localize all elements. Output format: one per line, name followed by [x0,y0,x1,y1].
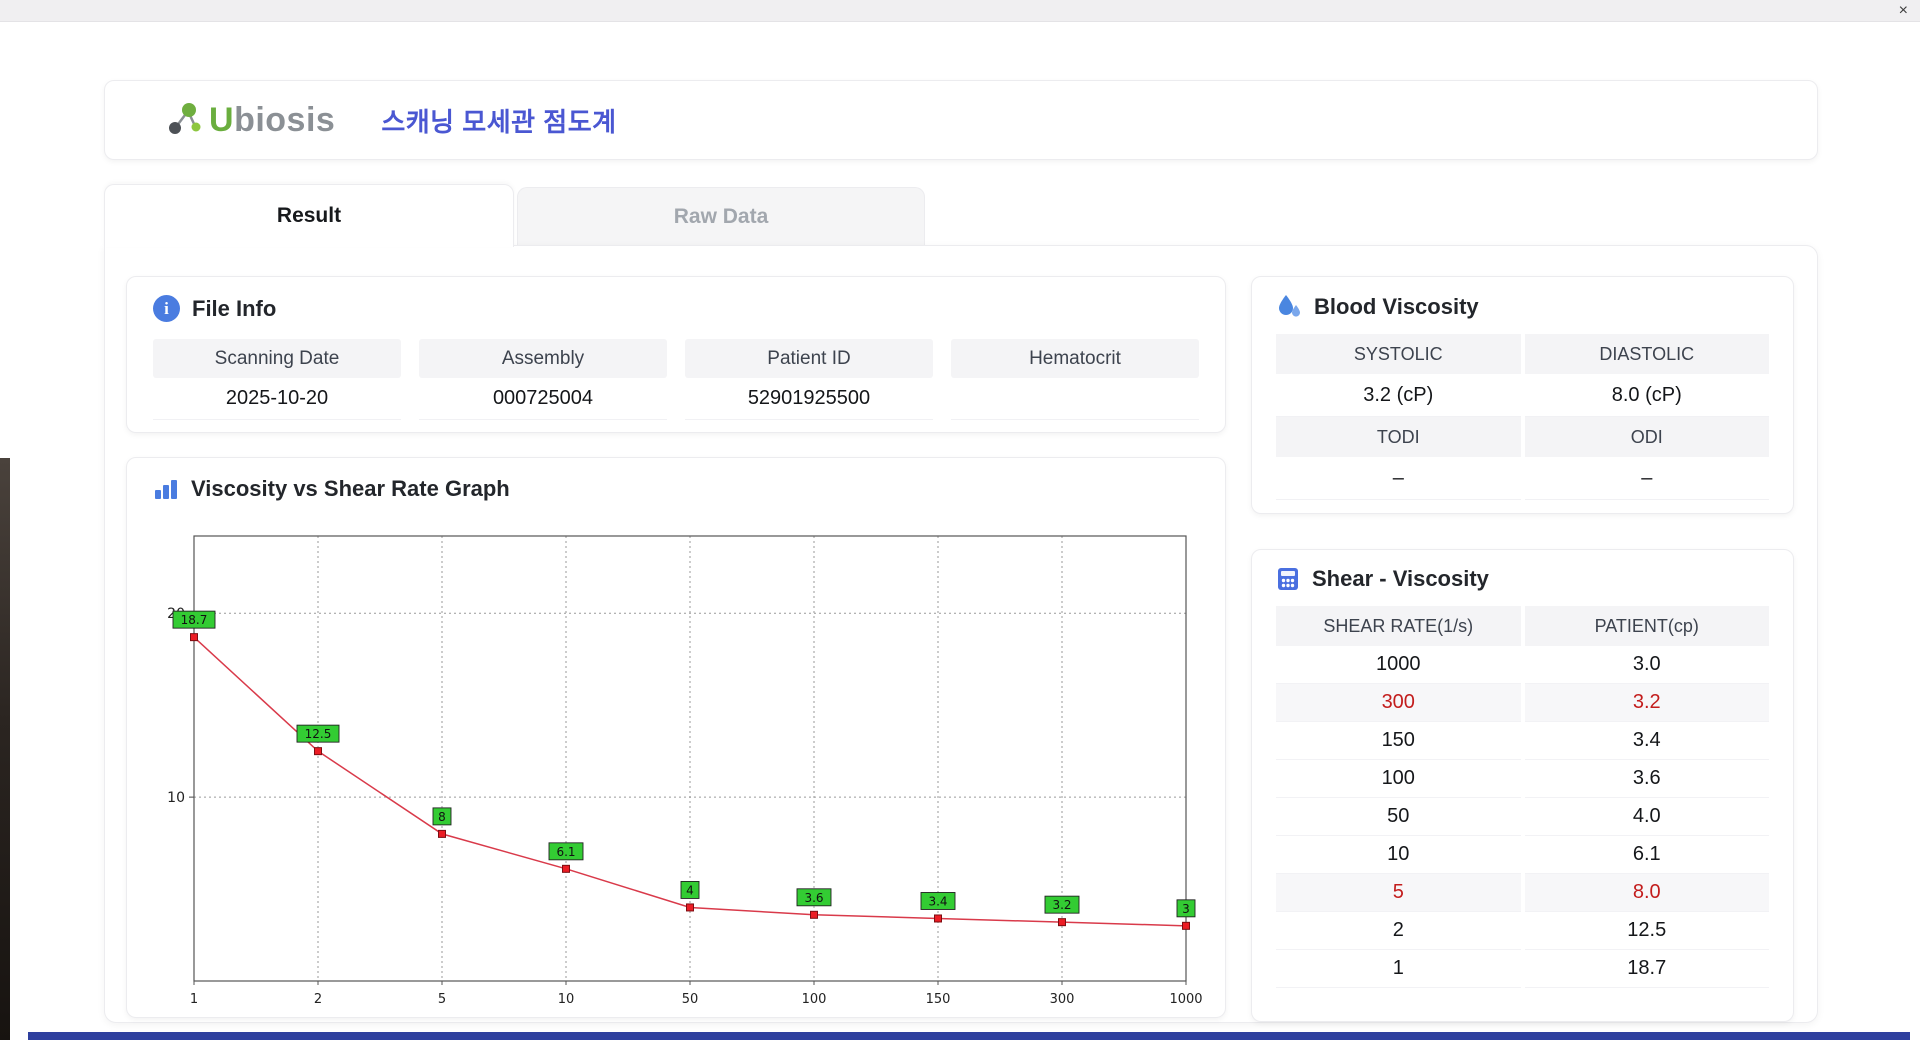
tab-raw-data[interactable]: Raw Data [517,187,925,246]
diastolic-value: 8.0 (cP) [1524,374,1769,417]
svg-text:150: 150 [926,992,951,1007]
field-value: 000725004 [419,378,667,420]
blood-viscosity-card: Blood Viscosity SYSTOLIC DIASTOLIC 3.2 (… [1251,276,1794,514]
blood-viscosity-title: Blood Viscosity [1314,293,1479,319]
patient-cell: 12.5 [1524,912,1769,950]
shear-viscosity-table: SHEAR RATE(1/s) PATIENT(cp) 1000 3.0 300… [1276,606,1769,988]
svg-text:4: 4 [686,883,694,897]
svg-text:20: 20 [167,606,185,622]
field-label: Scanning Date [153,339,401,378]
field-label: Hematocrit [951,339,1199,378]
close-icon[interactable]: × [1899,0,1908,21]
field-value: 52901925500 [685,378,933,420]
ubiosis-logo: Ubiosis [163,100,335,140]
svg-text:100: 100 [802,992,827,1007]
odi-header: ODI [1524,417,1769,457]
bar-chart-icon [155,480,177,499]
systolic-value: 3.2 (cP) [1276,374,1521,417]
patient-column-header: PATIENT(cp) [1524,606,1769,646]
shear-viscosity-card: Shear - Viscosity SHEAR RATE(1/s) PATIEN… [1251,549,1794,1022]
field-patient-id: Patient ID 52901925500 [685,339,933,420]
file-info-fields: Scanning Date 2025-10-20 Assembly 000725… [153,339,1199,420]
patient-cell: 4.0 [1524,798,1769,836]
tab-result[interactable]: Result [104,184,514,247]
todi-value: – [1276,457,1521,500]
shear-rate-cell: 5 [1276,874,1521,912]
svg-text:300: 300 [1050,992,1075,1007]
patient-cell: 3.2 [1524,684,1769,722]
patient-cell: 18.7 [1524,950,1769,988]
shear-rate-cell: 10 [1276,836,1521,874]
field-value [951,378,1199,420]
logo-text-u: U [209,100,235,139]
field-scanning-date: Scanning Date 2025-10-20 [153,339,401,420]
patient-cell: 6.1 [1524,836,1769,874]
calculator-icon [1278,568,1298,590]
shear-rate-cell: 1000 [1276,646,1521,684]
tab-raw-data-label: Raw Data [673,205,769,228]
shear-rate-cell: 100 [1276,760,1521,798]
field-label: Assembly [419,339,667,378]
svg-text:10: 10 [167,790,185,806]
shear-rate-cell: 50 [1276,798,1521,836]
patient-cell: 3.0 [1524,646,1769,684]
svg-text:1000: 1000 [1169,992,1202,1007]
droplets-icon [1279,295,1300,317]
viscosity-chart: 10 20 1 2 5 10 50 100 150 300 1000 18.7 12.5 8 6.1 4 3.6… [167,535,1203,1007]
svg-text:5: 5 [438,992,446,1007]
shear-rate-cell: 1 [1276,950,1521,988]
svg-text:12.5: 12.5 [305,727,332,741]
logo-text-rest: biosis [234,100,336,139]
svg-text:50: 50 [682,992,699,1007]
file-info-card: i File Info Scanning Date 2025-10-20 Ass… [126,276,1226,433]
svg-text:3.6: 3.6 [804,891,823,905]
todi-header: TODI [1276,417,1521,457]
molecule-icon [169,103,201,134]
svg-text:1: 1 [190,992,198,1007]
blood-viscosity-table: SYSTOLIC DIASTOLIC 3.2 (cP) 8.0 (cP) TOD… [1276,334,1769,500]
field-value: 2025-10-20 [153,378,401,420]
svg-text:3.2: 3.2 [1052,898,1071,912]
shear-rate-column-header: SHEAR RATE(1/s) [1276,606,1521,646]
shear-rate-cell: 150 [1276,722,1521,760]
window-bottom-edge [28,1032,1910,1040]
field-assembly: Assembly 000725004 [419,339,667,420]
graph-title-row: Viscosity vs Shear Rate Graph [153,476,1225,502]
svg-text:2: 2 [314,992,322,1007]
shear-viscosity-title: Shear - Viscosity [1312,566,1489,591]
svg-text:3.4: 3.4 [928,894,947,908]
tab-result-label: Result [276,204,342,227]
header: Ubiosis 스캐닝 모세관 점도계 [104,80,1818,160]
file-info-title: File Info [192,295,277,321]
field-hematocrit: Hematocrit [951,339,1199,420]
graph-title: Viscosity vs Shear Rate Graph [191,476,510,501]
svg-text:8: 8 [438,810,446,824]
odi-value: – [1524,457,1769,500]
shear-viscosity-title-row: Shear - Viscosity [1276,566,1769,592]
field-label: Patient ID [685,339,933,378]
info-icon: i [153,295,180,322]
shear-rate-cell: 2 [1276,912,1521,950]
svg-text:10: 10 [558,992,575,1007]
shear-rate-cell: 300 [1276,684,1521,722]
blood-viscosity-title-row: Blood Viscosity [1276,293,1769,320]
file-info-title-row: i File Info [153,295,1199,322]
patient-cell: 3.6 [1524,760,1769,798]
logo-text: Ubiosis [209,101,335,140]
diastolic-header: DIASTOLIC [1524,334,1769,374]
svg-text:3: 3 [1182,902,1190,916]
patient-cell: 3.4 [1524,722,1769,760]
patient-cell: 8.0 [1524,874,1769,912]
svg-text:18.7: 18.7 [181,613,208,627]
svg-text:6.1: 6.1 [556,845,575,859]
graph-card: Viscosity vs Shear Rate Graph 10 20 1 2 5 10 5… [126,457,1226,1018]
systolic-header: SYSTOLIC [1276,334,1521,374]
page-title: 스캐닝 모세관 점도계 [381,106,617,137]
window-titlebar: × [0,0,1920,22]
desktop-background-edge [0,458,10,1040]
